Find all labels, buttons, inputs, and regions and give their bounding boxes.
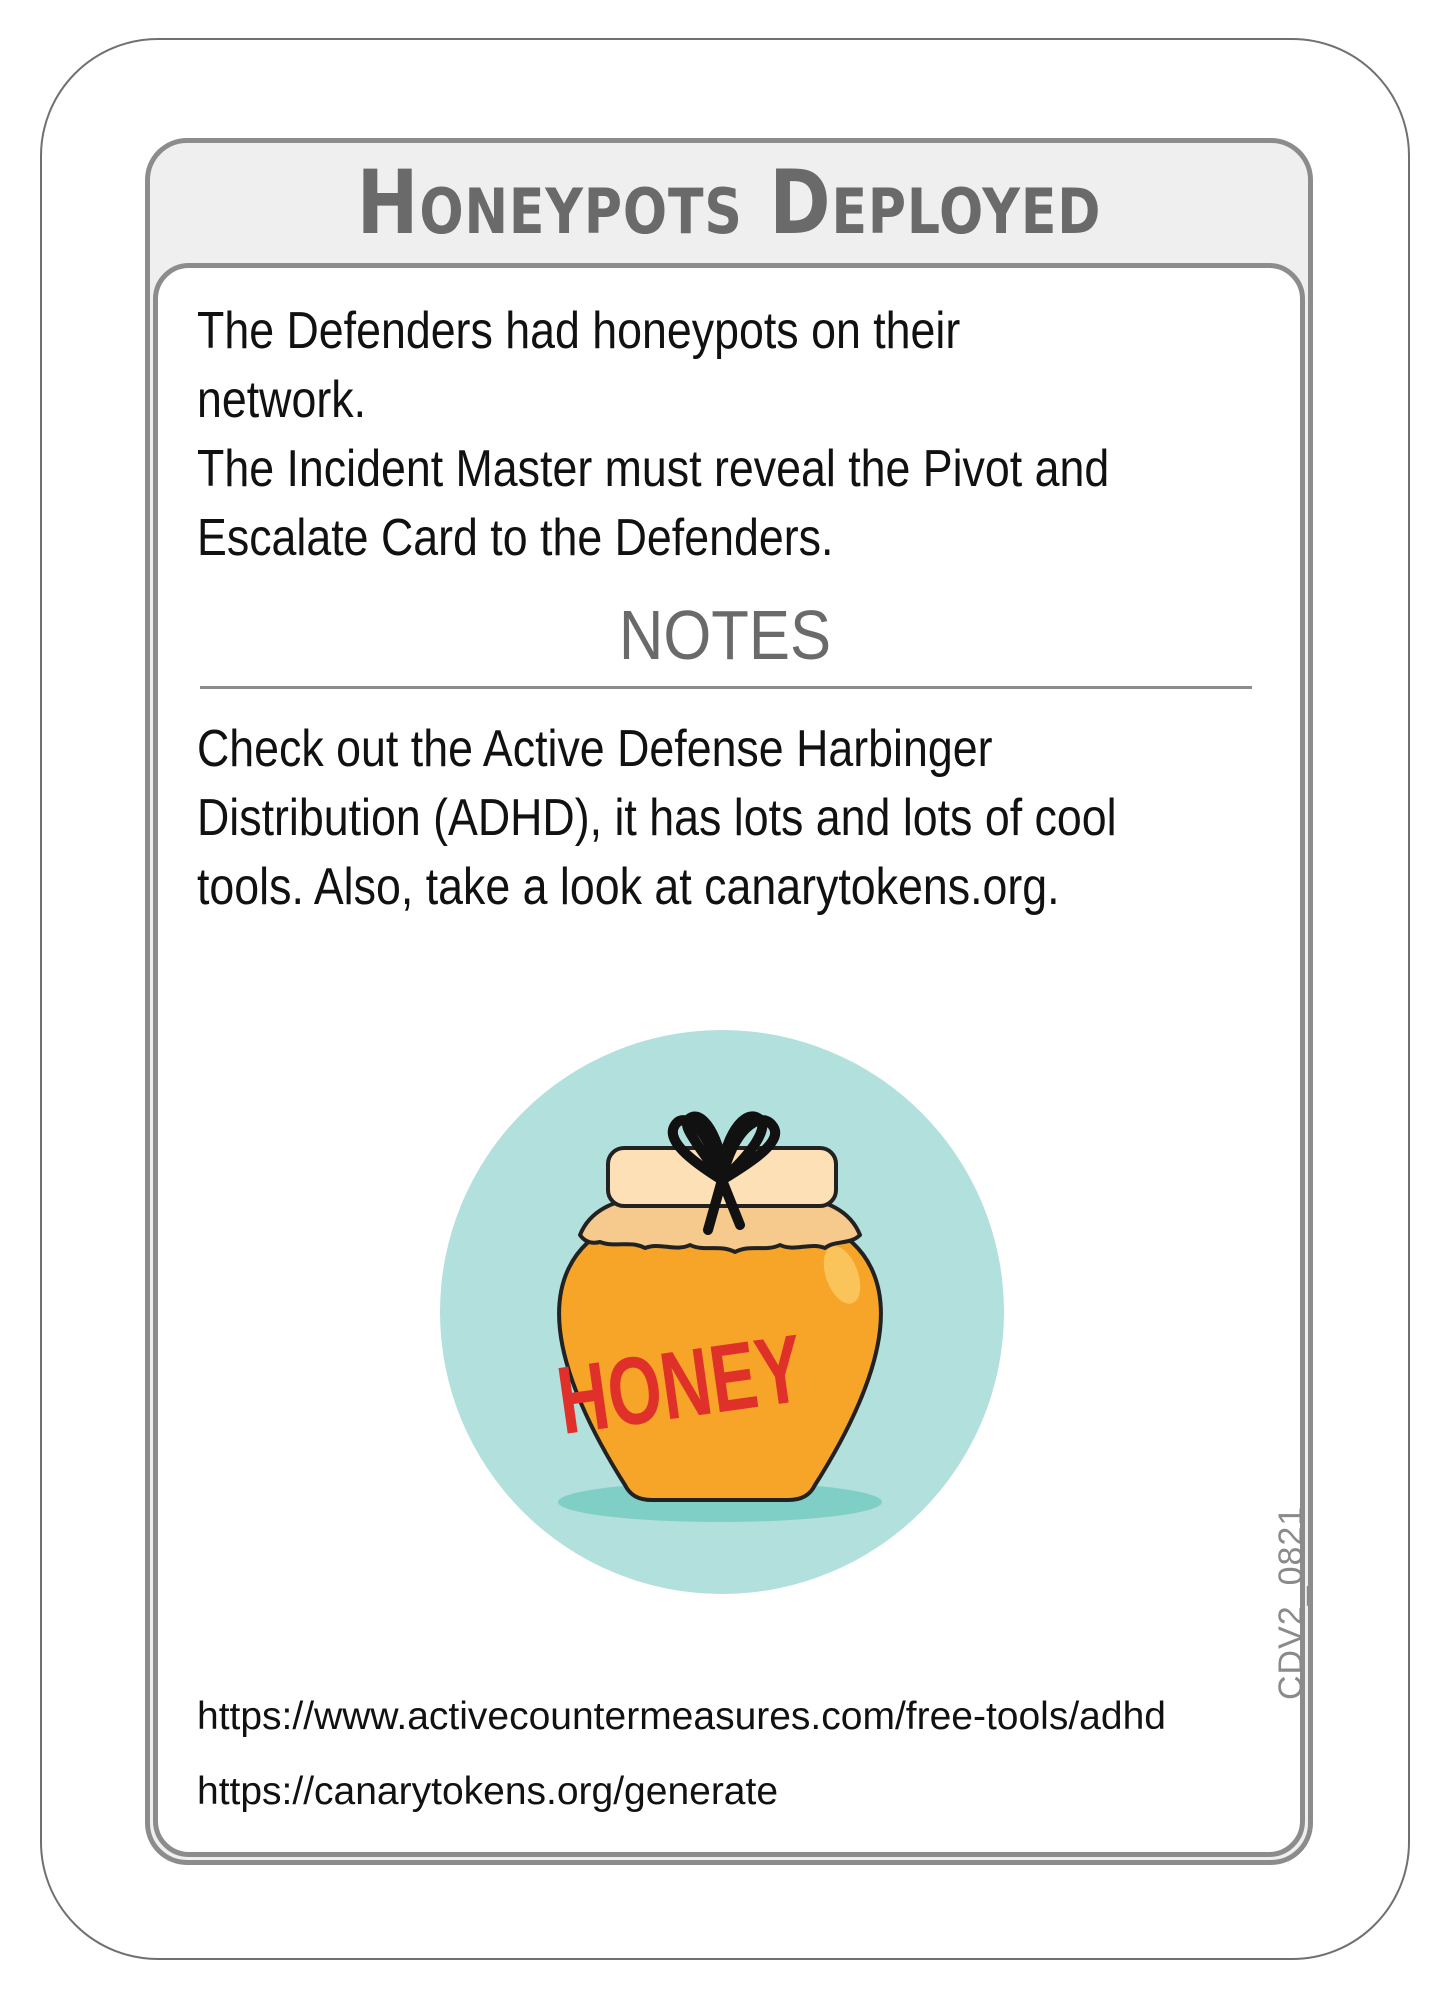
card-code: CDV2_0821 bbox=[1272, 1505, 1310, 1700]
honey-jar-icon: HONEY bbox=[440, 1030, 1005, 1595]
link-adhd[interactable]: https://www.activecountermeasures.com/fr… bbox=[197, 1695, 1166, 1739]
notes-text: Check out the Active Defense Harbinger D… bbox=[197, 720, 1117, 916]
card-title: Honeypots Deployed bbox=[356, 151, 1102, 254]
notes-heading: NOTES bbox=[618, 596, 832, 674]
notes-divider bbox=[200, 686, 1252, 689]
card-description: The Defenders had honeypots on their net… bbox=[197, 302, 1110, 567]
link-canarytokens[interactable]: https://canarytokens.org/generate bbox=[197, 1770, 778, 1814]
